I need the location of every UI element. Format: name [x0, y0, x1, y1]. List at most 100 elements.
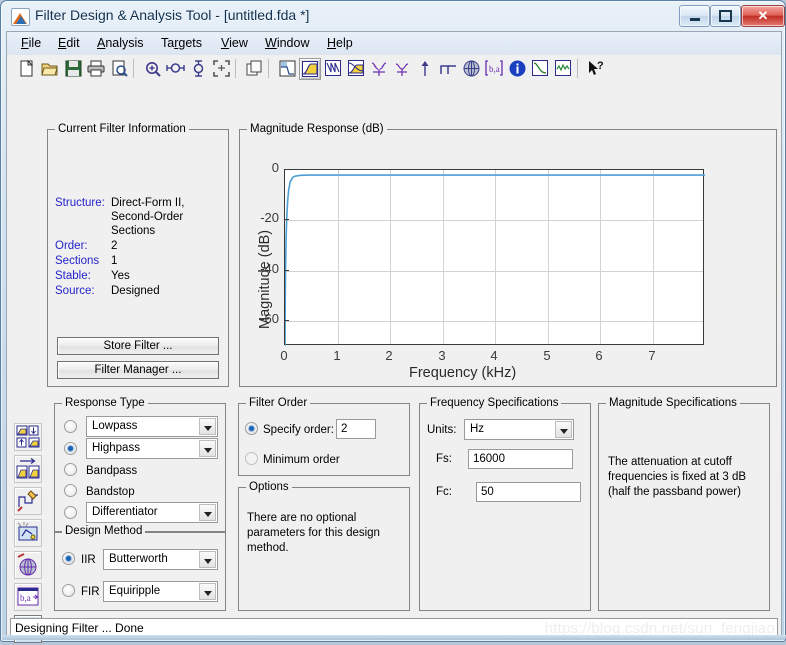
magnitude-response-chart[interactable]: 0 -20 -40 -60 0 1 2 3 4 5 6 7 Magnitude … — [239, 129, 777, 387]
group-delay-icon[interactable] — [368, 58, 390, 80]
menu-window[interactable]: Window — [263, 36, 311, 50]
fc-input[interactable]: 50 — [476, 482, 581, 502]
phase-delay-icon[interactable] — [391, 58, 413, 80]
zoom-in-icon[interactable] — [141, 58, 163, 80]
differentiator-dropdown[interactable]: Differentiator — [86, 502, 218, 523]
chevron-down-icon[interactable] — [199, 440, 216, 457]
print-preview-icon[interactable] — [108, 58, 130, 80]
design-method-legend: Design Method — [62, 525, 146, 537]
design-filter-sidebar-icon[interactable] — [14, 423, 42, 451]
restore-view-icon[interactable] — [210, 58, 232, 80]
radio-differentiator[interactable] — [64, 506, 77, 519]
menu-targets[interactable]: Targets — [159, 36, 204, 50]
structure-label: Structure: — [55, 197, 105, 209]
title-bar: Filter Design & Analysis Tool - [untitle… — [2, 2, 786, 30]
iir-method-value: Butterworth — [109, 553, 168, 565]
step-response-icon[interactable] — [437, 58, 459, 80]
chevron-down-icon[interactable] — [199, 583, 216, 600]
save-session-icon[interactable] — [62, 58, 84, 80]
menu-help[interactable]: Help — [325, 36, 355, 50]
radio-bandpass[interactable] — [64, 463, 77, 476]
magnitude-and-phase-icon[interactable] — [345, 58, 367, 80]
radio-fir[interactable] — [62, 584, 75, 597]
radio-iir[interactable] — [62, 552, 75, 565]
svg-text:b,a: b,a — [20, 593, 31, 603]
filter-coefficients-icon[interactable]: b,a — [483, 58, 505, 80]
radio-bandstop[interactable] — [64, 484, 77, 497]
filter-manager-button[interactable]: Filter Manager ... — [57, 361, 219, 379]
new-filter-icon[interactable] — [16, 58, 38, 80]
lowpass-dropdown[interactable]: Lowpass — [86, 416, 218, 437]
fir-method-dropdown[interactable]: Equiripple — [103, 581, 218, 602]
zoom-y-icon[interactable] — [187, 58, 209, 80]
chevron-down-icon[interactable] — [199, 504, 216, 521]
current-filter-information-legend: Current Filter Information — [55, 123, 189, 135]
plot-area[interactable] — [284, 169, 705, 346]
open-session-icon[interactable] — [39, 58, 61, 80]
maximize-icon — [711, 6, 740, 26]
phase-response-icon[interactable] — [322, 58, 344, 80]
filter-specifications-icon[interactable] — [276, 58, 298, 80]
source-value: Designed — [111, 285, 160, 297]
main-body: b,a Current Filter Information Structure… — [7, 83, 781, 643]
order-input[interactable]: 2 — [336, 419, 376, 439]
filter-order-legend: Filter Order — [246, 397, 311, 409]
radio-lowpass[interactable] — [64, 420, 77, 433]
menu-analysis[interactable]: Analysis — [95, 36, 146, 50]
filter-information-icon[interactable] — [506, 58, 528, 80]
units-dropdown[interactable]: Hz — [464, 419, 574, 440]
fs-input[interactable]: 16000 — [468, 449, 573, 469]
side-tool-bar: b,a — [10, 83, 44, 643]
realize-model-sidebar-icon[interactable]: b,a — [14, 583, 42, 611]
options-legend: Options — [246, 481, 292, 493]
minimize-button[interactable] — [679, 5, 710, 27]
zoom-x-icon[interactable] — [164, 58, 186, 80]
fs-input-value: 16000 — [473, 453, 505, 465]
bandpass-label: Bandpass — [86, 465, 138, 477]
magnitude-response-icon[interactable] — [299, 58, 321, 80]
xtick-label-1: 1 — [333, 348, 341, 363]
quantize-filter-sidebar-icon[interactable] — [14, 487, 42, 515]
radio-highpass[interactable] — [64, 442, 77, 455]
xtick-label-7: 7 — [648, 348, 656, 363]
structure-value-line3: Sections — [111, 225, 156, 237]
radio-minimum-order[interactable] — [245, 452, 258, 465]
transform-filter-sidebar-icon[interactable] — [14, 519, 42, 547]
iir-method-dropdown[interactable]: Butterworth — [103, 549, 218, 570]
impulse-response-icon[interactable] — [414, 58, 436, 80]
structure-value-line2: Second-Order — [111, 211, 184, 223]
store-filter-button[interactable]: Store Filter ... — [57, 337, 219, 355]
maximize-button[interactable] — [710, 5, 741, 27]
xtick-label-2: 2 — [385, 348, 393, 363]
chevron-down-icon[interactable] — [199, 418, 216, 435]
fullview-analysis-icon[interactable] — [243, 58, 265, 80]
chevron-down-icon[interactable] — [555, 421, 572, 438]
app-icon — [11, 8, 30, 26]
menu-edit[interactable]: Edit — [56, 36, 82, 50]
help-pointer-icon[interactable]: ? — [585, 58, 607, 80]
multirate-filter-sidebar-icon[interactable] — [14, 551, 42, 579]
import-filter-sidebar-icon[interactable] — [14, 455, 42, 483]
round-off-noise-icon[interactable] — [552, 58, 574, 80]
magnitude-specifications-legend: Magnitude Specifications — [606, 397, 740, 409]
stable-label: Stable: — [55, 270, 91, 282]
fir-method-value: Equiripple — [109, 585, 161, 597]
structure-value: Direct-Form II, — [111, 197, 185, 209]
radio-specify-order[interactable] — [245, 422, 258, 435]
options-text: There are no optional parameters for thi… — [247, 512, 380, 554]
status-text: Designing Filter ... Done — [15, 621, 144, 635]
source-label: Source: — [55, 285, 95, 297]
menu-view[interactable]: View — [219, 36, 250, 50]
close-button[interactable]: ✕ — [741, 5, 785, 27]
print-icon[interactable] — [85, 58, 107, 80]
pole-zero-plot-icon[interactable] — [460, 58, 482, 80]
menu-file[interactable]: File — [19, 36, 43, 50]
specify-order-label: Specify order: — [263, 424, 334, 436]
xtick-label-6: 6 — [595, 348, 603, 363]
chevron-down-icon[interactable] — [199, 551, 216, 568]
highpass-dropdown[interactable]: Highpass — [86, 438, 218, 459]
status-bar: Designing Filter ... Done https://blog.c… — [10, 618, 778, 637]
magnitude-response-estimate-icon[interactable] — [529, 58, 551, 80]
tool-bar: b,a ? — [7, 55, 781, 84]
magnitude-specifications-text: The attenuation at cutoff frequencies is… — [608, 456, 747, 498]
